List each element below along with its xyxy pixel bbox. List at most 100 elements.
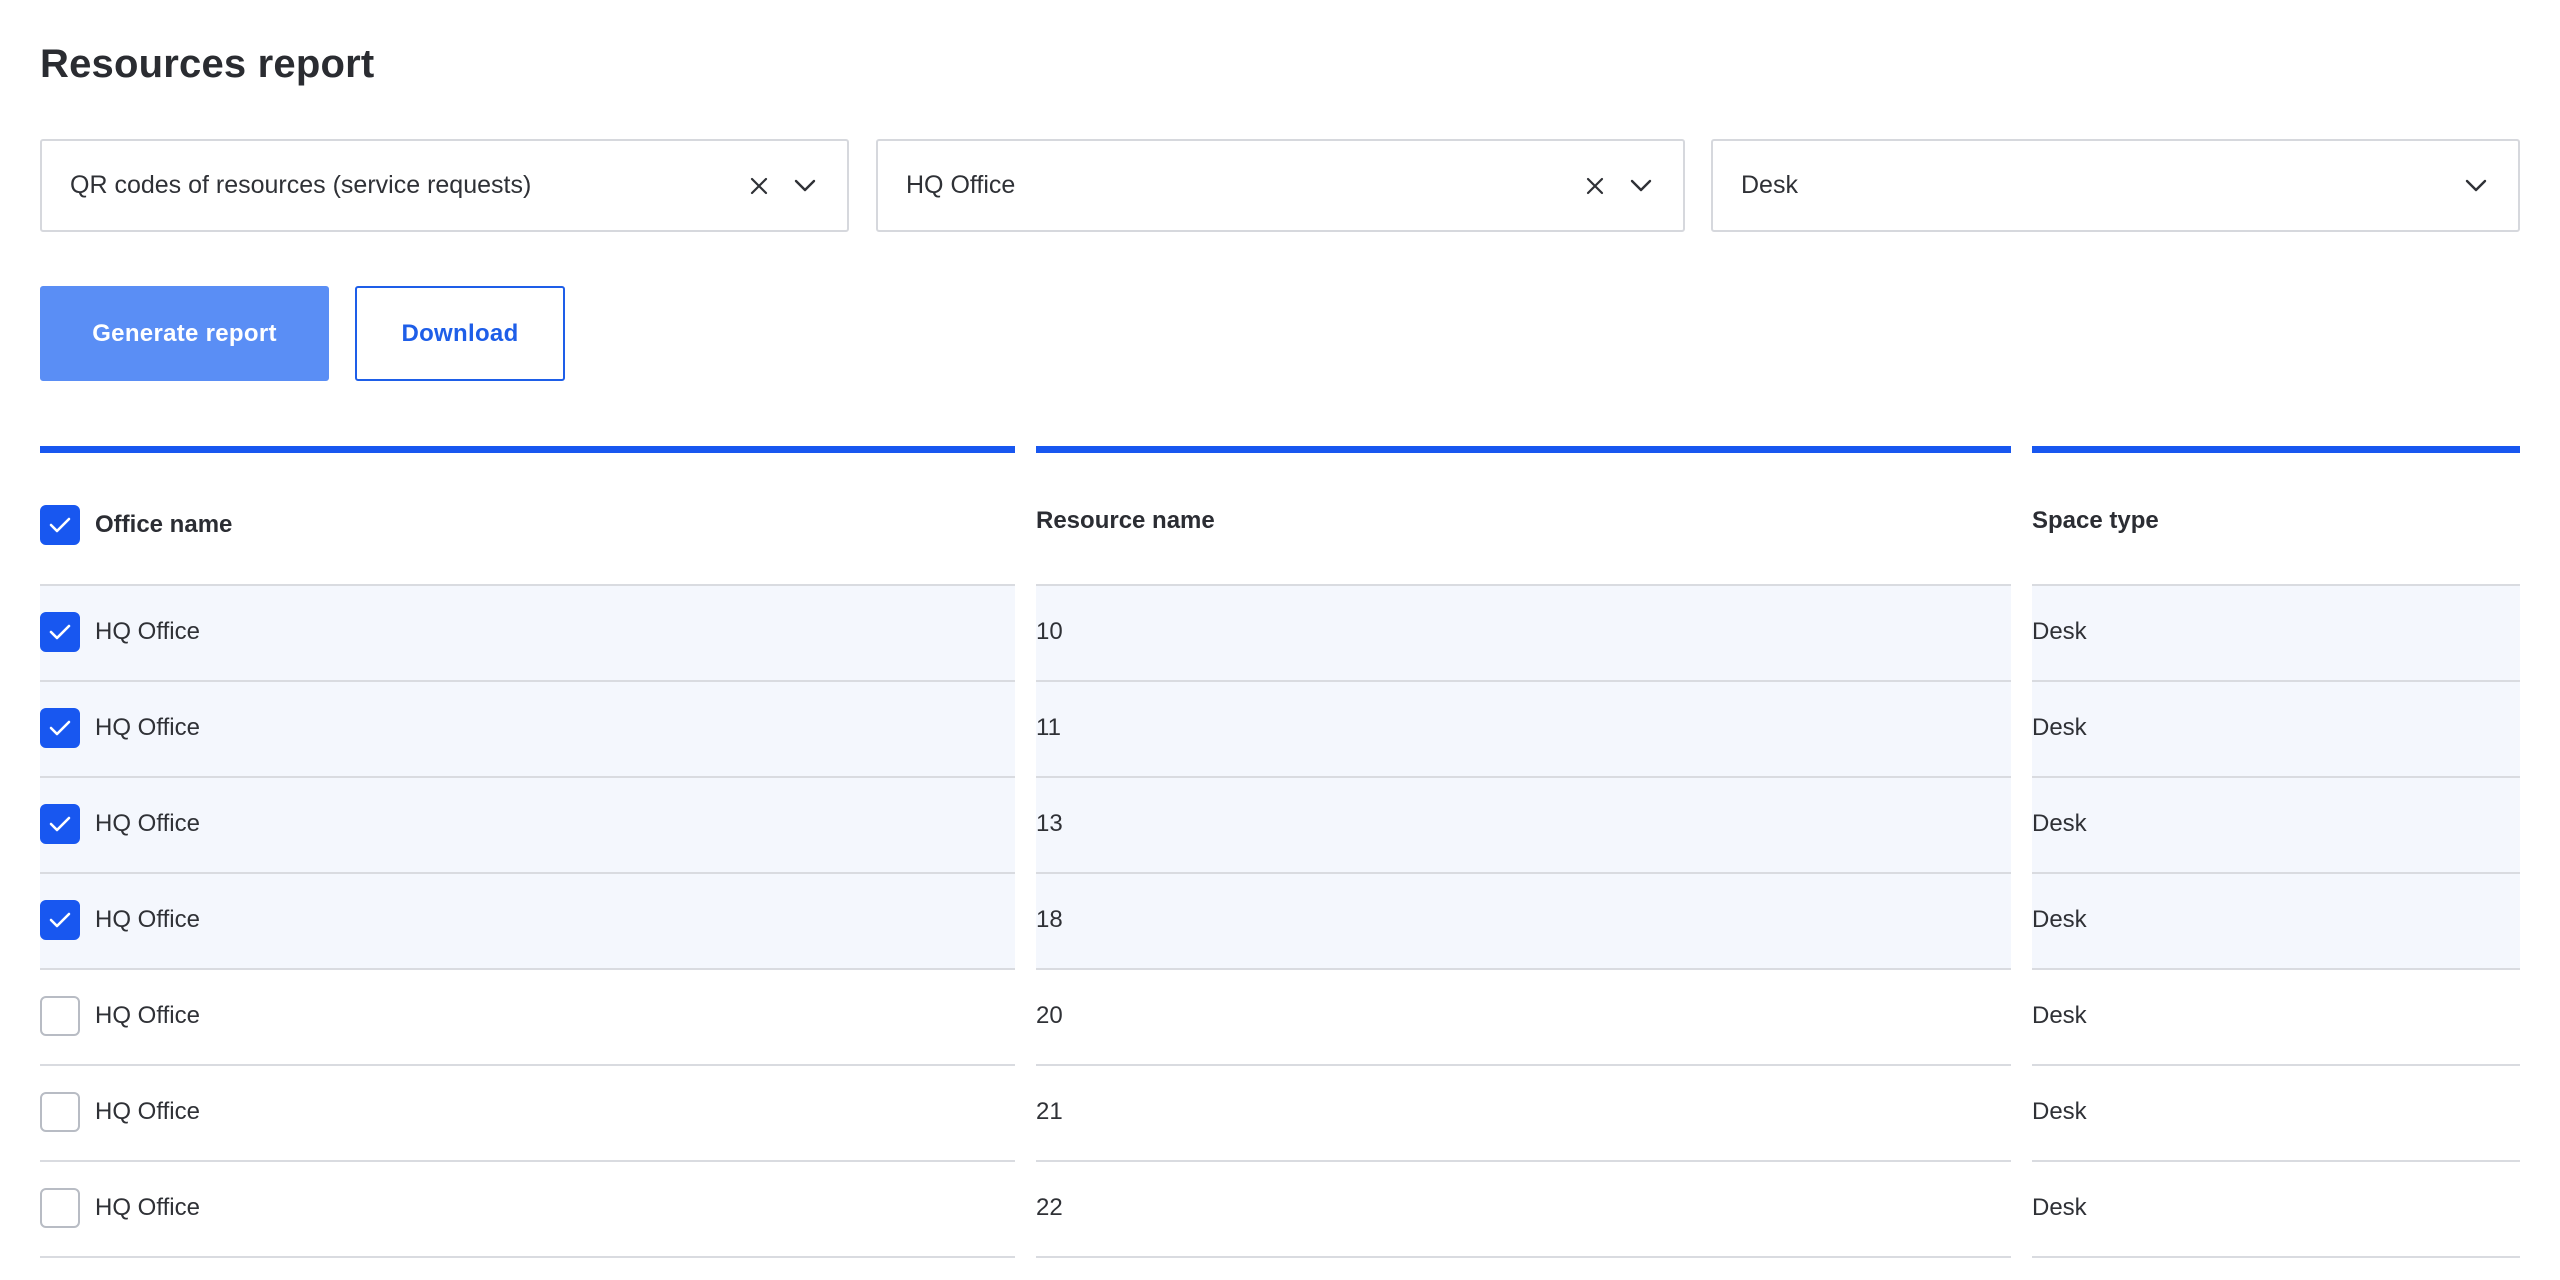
report-type-value: QR codes of resources (service requests) (70, 171, 532, 199)
space-type-value: Desk (1741, 171, 1798, 199)
checkmark-icon (49, 912, 71, 928)
close-icon[interactable] (741, 168, 777, 204)
table-bottom-border (2032, 1256, 2520, 1258)
resources-table: Office name Resource name Space type HQ … (40, 446, 2520, 1258)
checkmark-icon (49, 517, 71, 533)
column-gap (2011, 584, 2032, 680)
column-gap (1015, 1160, 1036, 1256)
chevron-down-icon[interactable] (1623, 168, 1659, 204)
column-gap (1015, 776, 1036, 872)
table-bottom-border (40, 1256, 1015, 1258)
row-checkbox[interactable] (40, 900, 80, 940)
row-divider (2032, 1064, 2520, 1066)
office-name-cell: HQ Office (40, 680, 200, 776)
space-type-select[interactable]: Desk (1711, 139, 2520, 232)
table-row[interactable]: HQ Office 13 Desk (40, 776, 2520, 872)
chevron-down-icon[interactable] (787, 168, 823, 204)
chevron-down-icon[interactable] (2458, 168, 2494, 204)
table-row[interactable]: HQ Office 10 Desk (40, 584, 2520, 680)
page-title: Resources report (40, 42, 375, 86)
space-type-cell: Desk (2032, 1002, 2087, 1029)
row-divider (1036, 968, 2011, 970)
row-divider (1036, 1160, 2011, 1162)
table-bottom-border (1036, 1256, 2011, 1258)
resource-name-cell: 10 (1036, 618, 1063, 645)
row-checkbox[interactable] (40, 996, 80, 1036)
row-divider (2032, 680, 2520, 682)
column-gap (2011, 968, 2032, 1064)
column-gap (2011, 776, 2032, 872)
download-button[interactable]: Download (355, 286, 565, 381)
column-accent-bar (1036, 446, 2011, 453)
resource-name-cell: 22 (1036, 1194, 1063, 1221)
column-gap (1015, 968, 1036, 1064)
column-gap (1015, 1064, 1036, 1160)
column-accent-bar (40, 446, 1015, 453)
resource-name-cell: 13 (1036, 810, 1063, 837)
row-divider (1036, 872, 2011, 874)
table-row[interactable]: HQ Office 11 Desk (40, 680, 2520, 776)
office-name-cell: HQ Office (40, 1160, 200, 1256)
office-name: HQ Office (95, 618, 200, 645)
checkmark-icon (49, 624, 71, 640)
space-type-cell: Desk (2032, 1098, 2087, 1125)
row-checkbox[interactable] (40, 708, 80, 748)
table-row[interactable]: HQ Office 20 Desk (40, 968, 2520, 1064)
office-name: HQ Office (95, 714, 200, 741)
checkmark-icon (49, 720, 71, 736)
column-gap (1015, 680, 1036, 776)
table-row[interactable]: HQ Office 22 Desk (40, 1160, 2520, 1256)
column-label: Office name (95, 511, 233, 538)
resource-name-cell: 21 (1036, 1098, 1063, 1125)
column-gap (1015, 584, 1036, 680)
space-type-cell: Desk (2032, 1194, 2087, 1221)
office-name-cell: HQ Office (40, 1064, 200, 1160)
office-name-cell: HQ Office (40, 584, 200, 680)
row-divider (1036, 680, 2011, 682)
close-icon[interactable] (1577, 168, 1613, 204)
row-divider (2032, 584, 2520, 586)
resource-name-cell: 11 (1036, 714, 1061, 741)
row-divider (2032, 776, 2520, 778)
resource-name-cell: 20 (1036, 1002, 1063, 1029)
row-divider (2032, 1160, 2520, 1162)
office-value: HQ Office (906, 171, 1016, 199)
generate-report-button[interactable]: Generate report (40, 286, 329, 381)
row-divider (1036, 584, 2011, 586)
row-checkbox[interactable] (40, 804, 80, 844)
row-checkbox[interactable] (40, 1188, 80, 1228)
office-select[interactable]: HQ Office (876, 139, 1685, 232)
column-gap (2011, 1160, 2032, 1256)
row-divider (1036, 776, 2011, 778)
column-header-office-name: Office name (40, 500, 232, 550)
office-name: HQ Office (95, 810, 200, 837)
space-type-cell: Desk (2032, 810, 2087, 837)
checkmark-icon (49, 816, 71, 832)
column-header-resource-name: Resource name (1036, 507, 1215, 534)
space-type-cell: Desk (2032, 906, 2087, 933)
space-type-cell: Desk (2032, 618, 2087, 645)
report-type-select[interactable]: QR codes of resources (service requests) (40, 139, 849, 232)
row-divider (1036, 1064, 2011, 1066)
resource-name-cell: 18 (1036, 906, 1063, 933)
row-divider (2032, 872, 2520, 874)
office-name: HQ Office (95, 1098, 200, 1125)
column-gap (2011, 680, 2032, 776)
row-divider (2032, 968, 2520, 970)
column-header-space-type: Space type (2032, 507, 2159, 534)
office-name-cell: HQ Office (40, 872, 200, 968)
space-type-cell: Desk (2032, 714, 2087, 741)
row-checkbox[interactable] (40, 612, 80, 652)
office-name-cell: HQ Office (40, 968, 200, 1064)
table-row[interactable]: HQ Office 21 Desk (40, 1064, 2520, 1160)
office-name: HQ Office (95, 1194, 200, 1221)
office-name-cell: HQ Office (40, 776, 200, 872)
office-name: HQ Office (95, 906, 200, 933)
column-accent-bar (2032, 446, 2520, 453)
select-all-checkbox[interactable] (40, 505, 80, 545)
table-row[interactable]: HQ Office 18 Desk (40, 872, 2520, 968)
column-gap (1015, 872, 1036, 968)
column-gap (2011, 1064, 2032, 1160)
office-name: HQ Office (95, 1002, 200, 1029)
row-checkbox[interactable] (40, 1092, 80, 1132)
